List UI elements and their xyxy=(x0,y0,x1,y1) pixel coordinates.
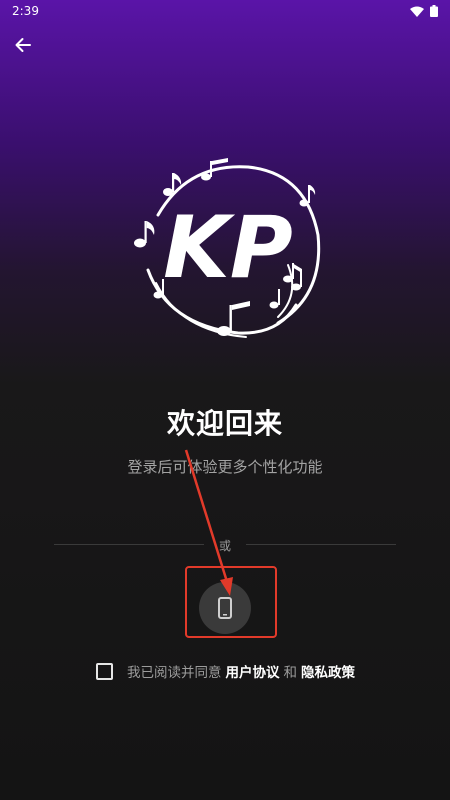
privacy-policy-link[interactable]: 隐私政策 xyxy=(301,661,355,681)
agreement-prefix: 我已阅读并同意 xyxy=(127,665,222,681)
welcome-title: 欢迎回来 xyxy=(166,407,283,440)
agreement-and: 和 xyxy=(283,665,298,681)
phone-login-button[interactable] xyxy=(199,582,251,634)
agreement-checkbox[interactable] xyxy=(96,662,113,680)
smartphone-icon xyxy=(218,597,232,619)
status-time: 2:39 xyxy=(12,4,39,18)
status-bar: 2:39 xyxy=(0,0,450,22)
wifi-icon xyxy=(410,6,424,17)
welcome-subtitle: 登录后可体验更多个性化功能 xyxy=(127,458,323,476)
back-button[interactable] xyxy=(10,32,36,58)
user-agreement-link[interactable]: 用户协议 xyxy=(226,661,280,681)
status-icons xyxy=(410,5,438,17)
agreement-row: 我已阅读并同意 用户协议 和 隐私政策 xyxy=(96,661,359,681)
app-logo: KP xyxy=(128,155,328,345)
logo-text: KP xyxy=(163,198,293,298)
battery-icon xyxy=(430,5,438,17)
divider-line-right xyxy=(246,544,396,545)
divider-line-left xyxy=(54,544,204,545)
arrow-left-icon xyxy=(15,38,31,52)
divider-or-label: 或 xyxy=(218,539,231,553)
